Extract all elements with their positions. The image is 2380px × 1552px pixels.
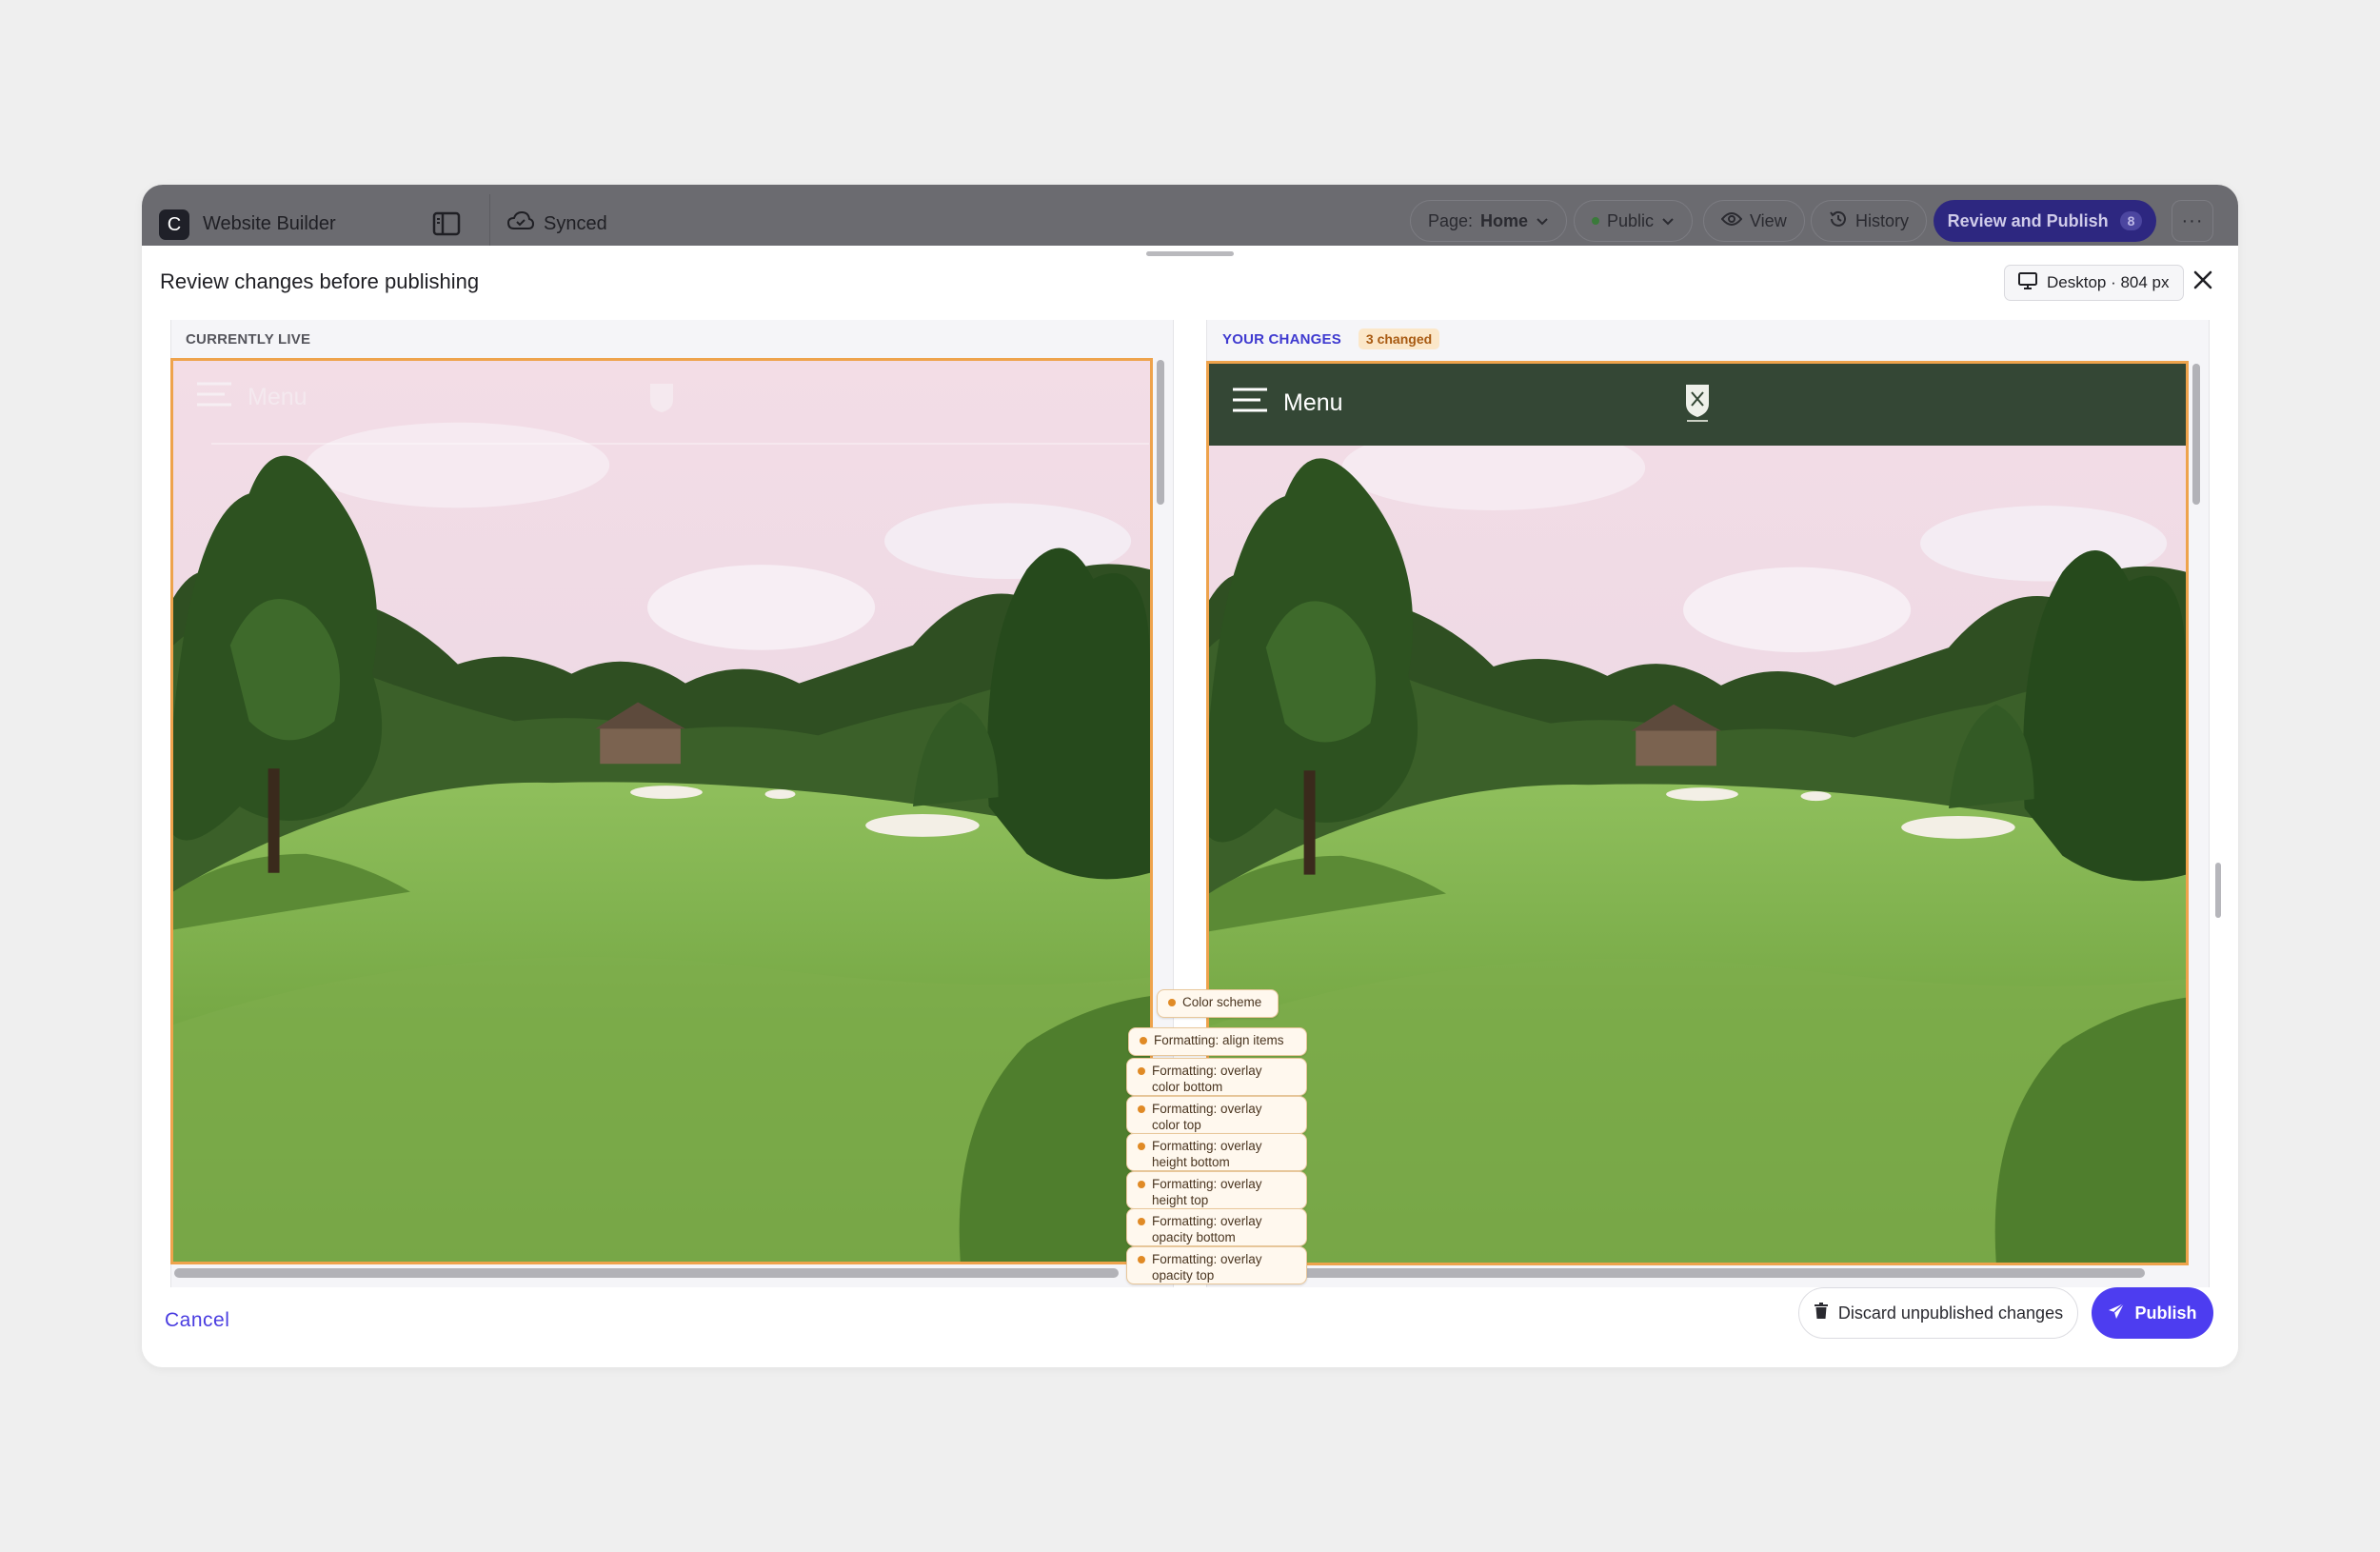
- publish-label: Publish: [2134, 1303, 2197, 1323]
- cloud-check-icon: [506, 210, 535, 236]
- change-tag-label: Formatting: overlay: [1152, 1102, 1262, 1116]
- hamburger-icon: [196, 382, 232, 413]
- visibility-label: Public: [1607, 210, 1655, 230]
- page-selector-value: Home: [1480, 210, 1529, 230]
- discard-changes-button[interactable]: Discard unpublished changes: [1798, 1287, 2078, 1339]
- view-label: View: [1750, 210, 1787, 230]
- change-tag-label: height bottom: [1152, 1155, 1230, 1169]
- changes-vertical-scrollbar[interactable]: [2192, 364, 2200, 505]
- sync-status: Synced: [506, 210, 607, 236]
- cancel-button[interactable]: Cancel: [165, 1309, 229, 1332]
- review-and-publish-button[interactable]: Review and Publish 8: [1934, 200, 2156, 242]
- sync-label: Synced: [544, 212, 607, 234]
- change-tag-label: height top: [1152, 1193, 1209, 1207]
- change-tag-label: color top: [1152, 1118, 1201, 1132]
- change-tag-label: Formatting: overlay: [1152, 1177, 1262, 1191]
- send-icon: [2108, 1302, 2125, 1324]
- sheet-title: Review changes before publishing: [160, 269, 480, 293]
- change-tag-label: Formatting: overlay: [1152, 1214, 1262, 1228]
- publish-button[interactable]: Publish: [2092, 1287, 2213, 1339]
- change-tag-label: color bottom: [1152, 1080, 1223, 1094]
- monitor-icon: [2018, 271, 2037, 294]
- review-sheet: Review changes before publishing Desktop…: [142, 246, 2238, 1367]
- change-tag[interactable]: Formatting: overlay opacity top: [1126, 1246, 1307, 1284]
- history-button[interactable]: History: [1811, 200, 1928, 242]
- device-selector[interactable]: Desktop · 804 px: [2004, 265, 2184, 301]
- change-tag-label: Formatting: overlay: [1152, 1139, 1262, 1153]
- change-tag-label: opacity bottom: [1152, 1230, 1236, 1244]
- hamburger-icon: [1232, 388, 1268, 419]
- sheet-scrollbar[interactable]: [2215, 863, 2221, 918]
- live-hero-image: [173, 361, 1150, 1262]
- change-tag[interactable]: Formatting: align items: [1128, 1027, 1307, 1056]
- page-selector-label: Page:: [1428, 210, 1474, 230]
- menu-label: Menu: [1283, 389, 1343, 416]
- view-button[interactable]: View: [1703, 200, 1805, 242]
- changed-count-badge: 3 changed: [1358, 328, 1440, 349]
- changes-preview: Menu: [1206, 361, 2189, 1265]
- more-options-button[interactable]: ···: [2172, 200, 2213, 242]
- app-logo: C: [159, 209, 189, 240]
- change-tag-label: Formatting: overlay: [1152, 1252, 1262, 1266]
- change-tag-label: Color scheme: [1182, 995, 1262, 1009]
- history-icon: [1829, 209, 1848, 233]
- device-label: Desktop · 804 px: [2047, 273, 2170, 291]
- crest-logo-icon: [1683, 383, 1712, 429]
- review-and-publish-label: Review and Publish: [1947, 210, 2109, 230]
- menu-label: Menu: [248, 384, 307, 410]
- live-preview: Menu: [170, 358, 1153, 1264]
- visibility-selector[interactable]: Public: [1574, 200, 1694, 242]
- sidebar-toggle-icon[interactable]: [432, 211, 461, 241]
- change-tag-label: Formatting: align items: [1154, 1033, 1284, 1047]
- drag-handle[interactable]: [1146, 251, 1234, 256]
- live-label-text: CURRENTLY LIVE: [186, 330, 311, 348]
- change-tag-label: opacity top: [1152, 1268, 1215, 1283]
- change-tag[interactable]: Formatting: overlay color bottom: [1126, 1058, 1307, 1096]
- eye-icon: [1720, 211, 1743, 231]
- comparison-area: CURRENTLY LIVE Menu YOUR CHANGES 3 chang…: [170, 320, 2210, 1287]
- change-tag[interactable]: Formatting: overlay height bottom: [1126, 1133, 1307, 1171]
- live-menu-button[interactable]: Menu: [196, 382, 307, 413]
- close-icon[interactable]: [2192, 269, 2213, 295]
- changes-label: YOUR CHANGES 3 changed: [1222, 320, 1440, 358]
- change-tag[interactable]: Formatting: overlay opacity bottom: [1126, 1208, 1307, 1246]
- chevron-down-icon: [1536, 211, 1549, 231]
- changes-menu-button[interactable]: Menu: [1232, 388, 1343, 419]
- change-tag[interactable]: Formatting: overlay color top: [1126, 1096, 1307, 1134]
- live-vertical-scrollbar[interactable]: [1157, 360, 1164, 505]
- changes-horizontal-scrollbar[interactable]: [1210, 1268, 2145, 1278]
- app-name: Website Builder: [203, 213, 336, 234]
- pending-changes-count: 8: [2119, 211, 2143, 230]
- change-tag[interactable]: Color scheme: [1157, 989, 1279, 1018]
- discard-label: Discard unpublished changes: [1837, 1303, 2064, 1323]
- toolbar-divider: [489, 194, 490, 246]
- change-tag-label: Formatting: overlay: [1152, 1064, 1262, 1078]
- change-tag[interactable]: Formatting: overlay height top: [1126, 1171, 1307, 1209]
- changes-label-text: YOUR CHANGES: [1222, 330, 1341, 348]
- app-window: C Website Builder Synced Page: Home Publ…: [142, 185, 2238, 1367]
- live-horizontal-scrollbar[interactable]: [174, 1268, 1119, 1278]
- app-toolbar: C Website Builder Synced Page: Home Publ…: [142, 185, 2238, 246]
- trash-icon: [1814, 1302, 1829, 1324]
- changes-hero-image: [1209, 364, 2186, 1263]
- header-divider: [211, 443, 1149, 445]
- status-dot: [1592, 217, 1599, 225]
- live-label: CURRENTLY LIVE: [186, 320, 310, 358]
- history-label: History: [1855, 210, 1910, 230]
- chevron-down-icon: [1661, 211, 1675, 231]
- crest-logo-icon: [649, 383, 674, 418]
- page-selector[interactable]: Page: Home: [1410, 200, 1568, 242]
